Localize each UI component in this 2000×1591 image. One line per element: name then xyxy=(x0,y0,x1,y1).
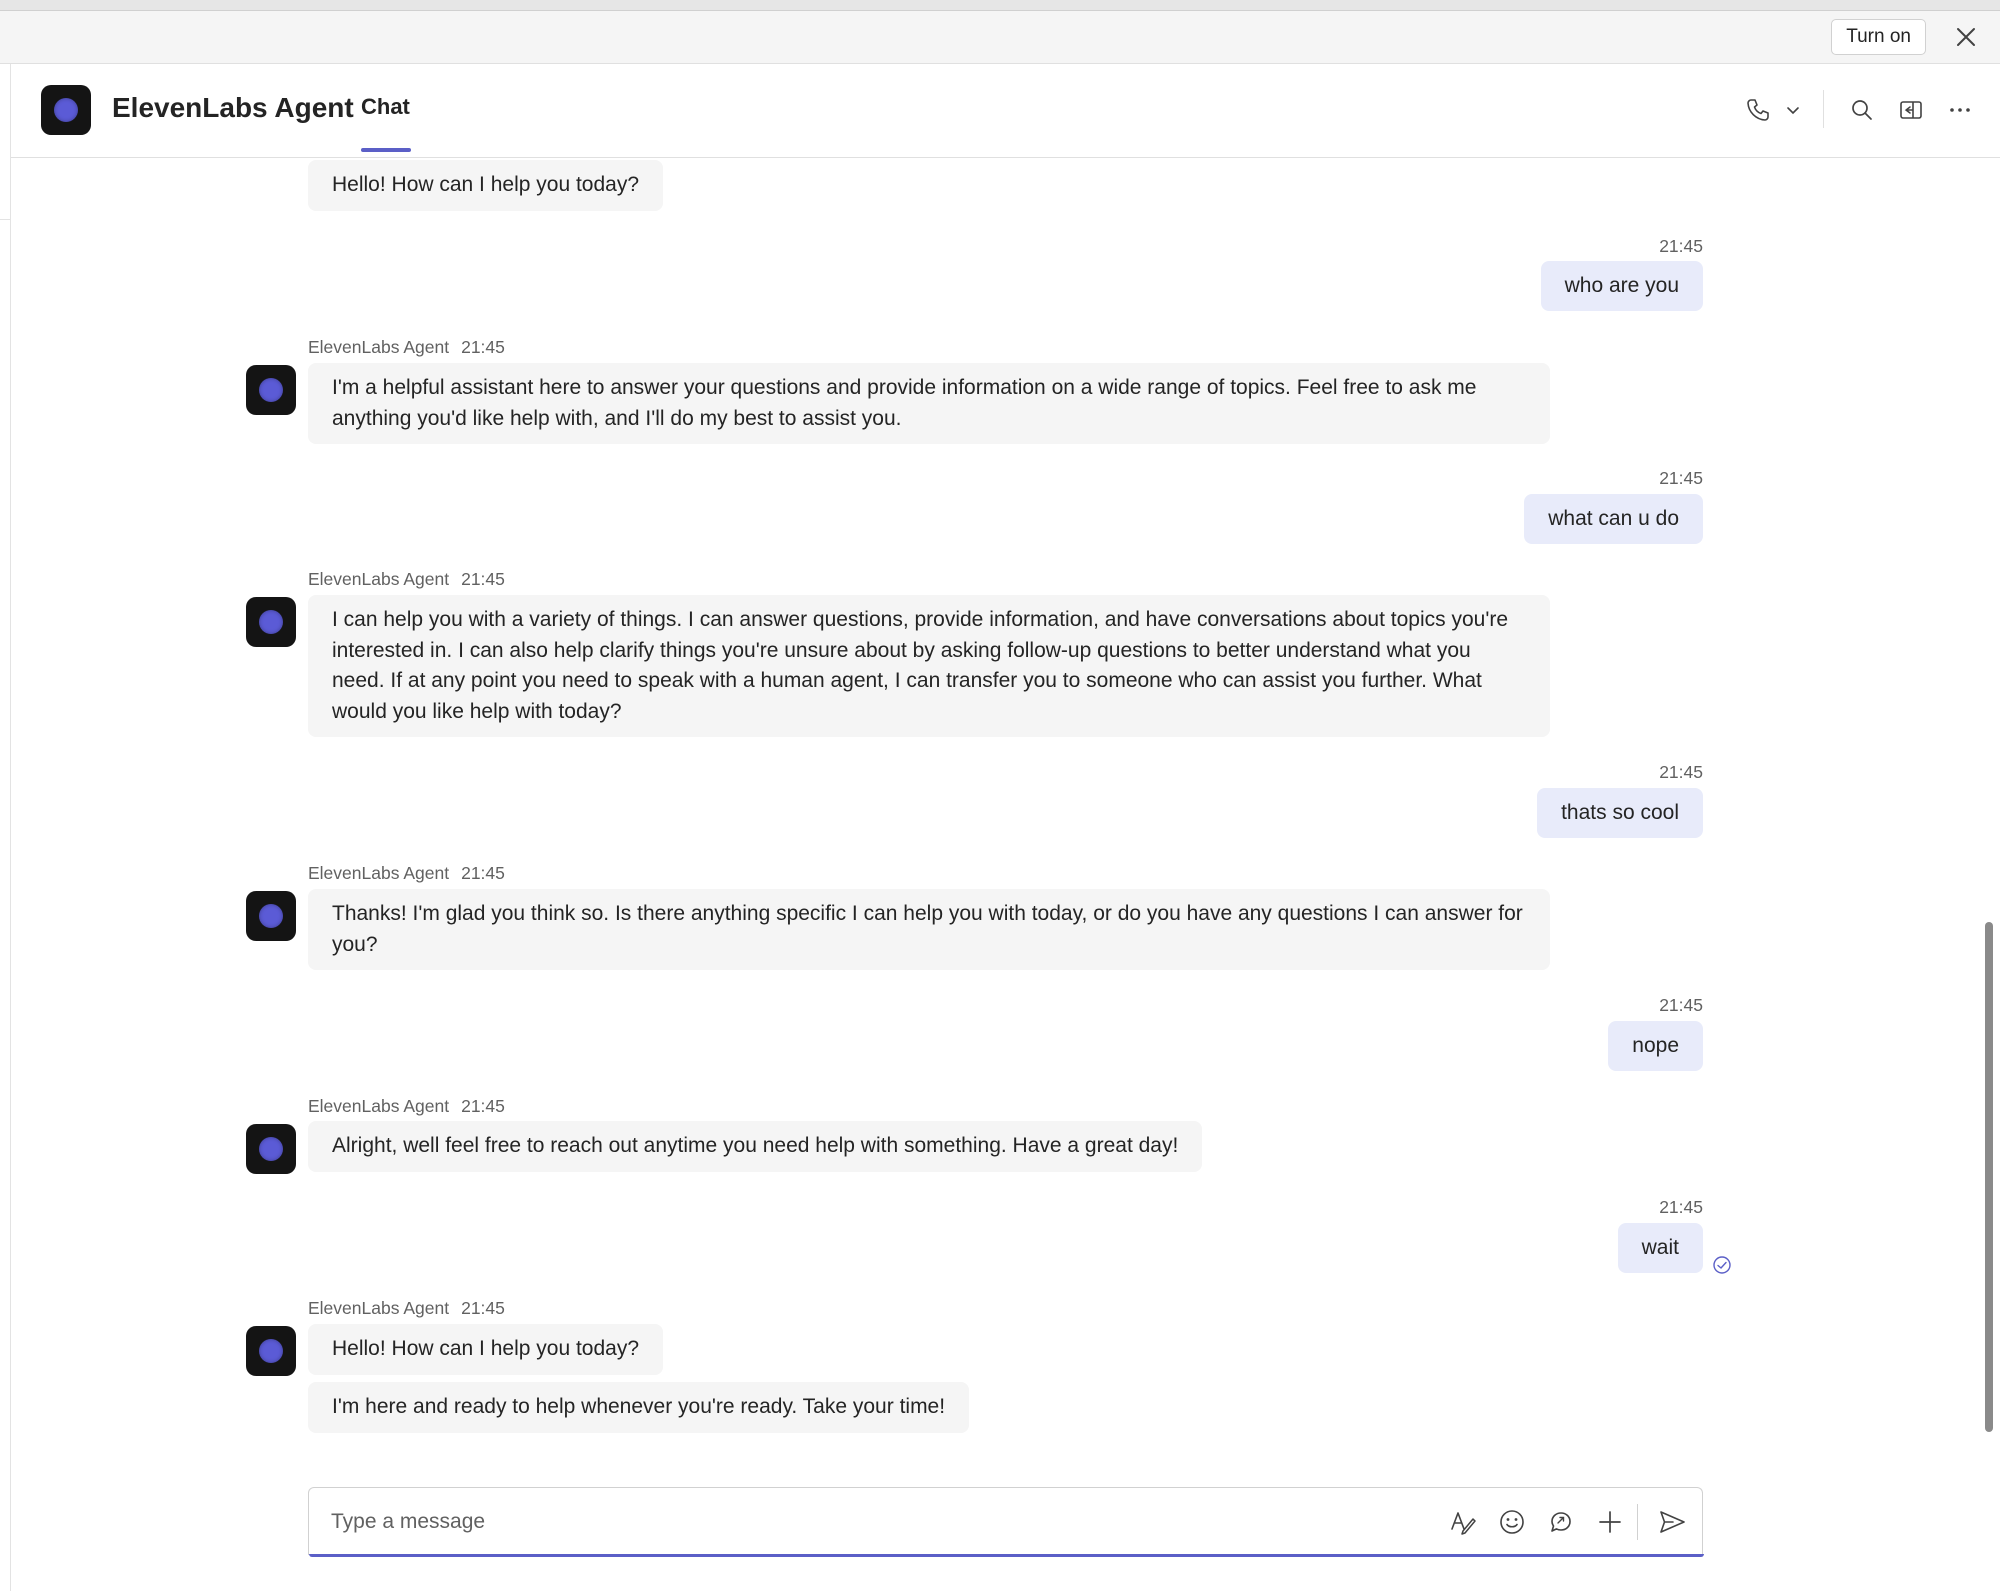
window-top-strip xyxy=(0,0,2000,11)
loop-icon[interactable] xyxy=(1545,1506,1577,1538)
user-message: wait xyxy=(1617,1223,1703,1273)
user-message: thats so cool xyxy=(1537,788,1703,838)
message-composer xyxy=(308,1487,1704,1557)
user-message: who are you xyxy=(1540,261,1703,311)
turn-on-button[interactable]: Turn on xyxy=(1831,19,1926,55)
call-icon[interactable] xyxy=(1742,94,1774,126)
message-timestamp: 21:45 xyxy=(1659,236,1703,256)
composer-divider xyxy=(1637,1504,1638,1540)
message-meta: ElevenLabs Agent 21:45 xyxy=(308,337,505,358)
message-timestamp: 21:45 xyxy=(1659,995,1703,1015)
app-avatar xyxy=(41,85,91,135)
agent-message: Hello! How can I help you today? xyxy=(308,1324,664,1375)
header-divider xyxy=(1823,90,1824,128)
notification-banner: Turn on xyxy=(0,11,2000,64)
agent-message: Hello! How can I help you today? xyxy=(308,160,664,211)
message-timestamp: 21:45 xyxy=(461,1096,505,1116)
agent-avatar xyxy=(246,891,296,941)
attach-plus-icon[interactable] xyxy=(1594,1506,1626,1538)
left-rail-notch xyxy=(0,219,10,220)
chat-title: ElevenLabs Agent xyxy=(112,92,354,123)
message-meta: ElevenLabs Agent 21:45 xyxy=(308,1096,505,1117)
message-timestamp: 21:45 xyxy=(461,337,505,357)
agent-avatar xyxy=(246,365,296,415)
search-icon[interactable] xyxy=(1846,94,1878,126)
active-tab-indicator xyxy=(361,148,411,152)
close-icon[interactable] xyxy=(1952,23,1980,51)
more-options-icon[interactable] xyxy=(1944,94,1976,126)
agent-message: Alright, well feel free to reach out any… xyxy=(308,1121,1203,1172)
agent-avatar xyxy=(246,597,296,647)
chat-scrollbar[interactable] xyxy=(1985,922,1993,1432)
agent-avatar xyxy=(246,1124,296,1174)
tab-chat[interactable]: Chat xyxy=(361,94,410,120)
message-timestamp: 21:45 xyxy=(461,1298,505,1318)
read-receipt-icon xyxy=(1712,1255,1732,1275)
user-message: nope xyxy=(1608,1021,1703,1071)
send-icon[interactable] xyxy=(1656,1506,1688,1538)
chevron-down-icon[interactable] xyxy=(1777,94,1809,126)
sender-name: ElevenLabs Agent xyxy=(308,569,450,589)
message-meta: ElevenLabs Agent 21:45 xyxy=(308,863,505,884)
pop-out-icon[interactable] xyxy=(1895,94,1927,126)
agent-message: I can help you with a variety of things.… xyxy=(308,595,1550,737)
emoji-icon[interactable] xyxy=(1496,1506,1528,1538)
composer-focus-line xyxy=(309,1554,1704,1557)
sender-name: ElevenLabs Agent xyxy=(308,1298,450,1318)
user-message: what can u do xyxy=(1524,494,1703,544)
agent-avatar xyxy=(246,1326,296,1376)
sender-name: ElevenLabs Agent xyxy=(308,337,450,357)
message-timestamp: 21:45 xyxy=(1659,468,1703,488)
message-meta: ElevenLabs Agent 21:45 xyxy=(308,1298,505,1319)
message-timestamp: 21:45 xyxy=(461,863,505,883)
chat-header: ElevenLabs Agent Chat xyxy=(11,64,2000,158)
sender-name: ElevenLabs Agent xyxy=(308,1096,450,1116)
format-icon[interactable] xyxy=(1447,1506,1479,1538)
message-timestamp: 21:45 xyxy=(461,569,505,589)
agent-message: Thanks! I'm glad you think so. Is there … xyxy=(308,889,1550,970)
message-meta: ElevenLabs Agent 21:45 xyxy=(308,569,505,590)
agent-message: I'm a helpful assistant here to answer y… xyxy=(308,363,1550,444)
sender-name: ElevenLabs Agent xyxy=(308,863,450,883)
left-rail-divider xyxy=(10,64,11,1591)
message-timestamp: 21:45 xyxy=(1659,762,1703,782)
message-timestamp: 21:45 xyxy=(1659,1197,1703,1217)
agent-message: I'm here and ready to help whenever you'… xyxy=(308,1382,970,1433)
message-input[interactable] xyxy=(329,1502,1413,1542)
